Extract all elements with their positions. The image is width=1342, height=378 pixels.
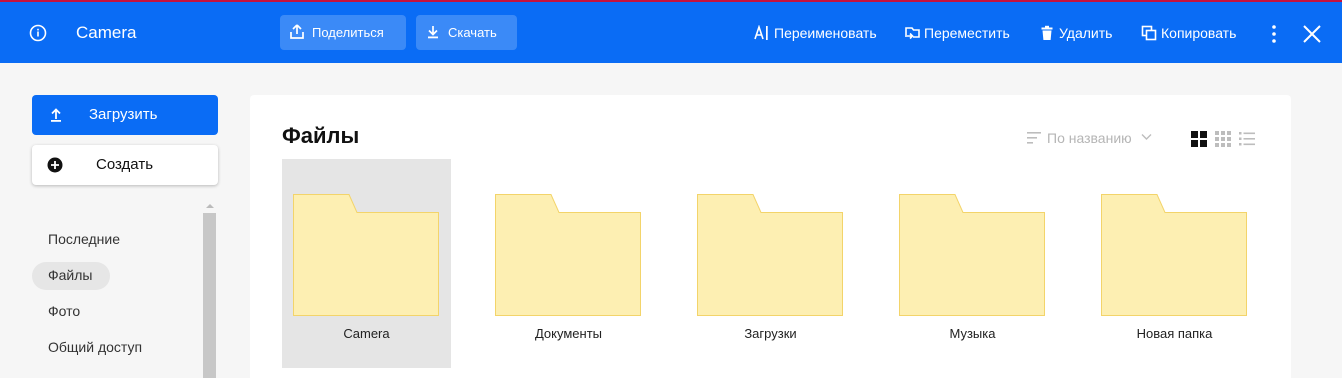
copy-icon xyxy=(1141,25,1157,41)
delete-label: Удалить xyxy=(1059,25,1113,41)
trash-icon xyxy=(1041,25,1053,40)
download-button[interactable]: Скачать xyxy=(416,15,517,50)
folder-icon xyxy=(899,194,1045,316)
chevron-down-icon xyxy=(1141,134,1152,140)
info-icon[interactable] xyxy=(29,24,47,42)
sort-dropdown[interactable]: По названию xyxy=(1027,128,1152,148)
folder-name: Новая папка xyxy=(1136,326,1213,341)
folder-title: Camera xyxy=(76,23,137,42)
move-label: Переместить xyxy=(924,25,1010,41)
share-label: Поделиться xyxy=(312,25,384,40)
folder-item-new-folder[interactable]: Новая папка xyxy=(1090,159,1259,368)
large-tiles-view-icon[interactable] xyxy=(1191,131,1207,147)
scroll-up-arrow[interactable] xyxy=(206,204,214,208)
scrollbar-thumb[interactable] xyxy=(203,213,216,378)
plus-circle-icon xyxy=(47,157,63,173)
share-button[interactable]: Поделиться xyxy=(280,15,406,50)
copy-button[interactable]: Копировать xyxy=(1141,23,1236,43)
create-button[interactable]: Создать xyxy=(32,145,218,185)
sidebar-item-photos[interactable]: Фото xyxy=(48,301,80,321)
sidebar-item-shared[interactable]: Общий доступ xyxy=(48,337,142,357)
list-view-icon[interactable] xyxy=(1239,131,1255,147)
page-title: Файлы xyxy=(282,123,360,148)
folder-icon xyxy=(697,194,843,316)
folder-name: Документы xyxy=(534,326,602,341)
folder-item-camera[interactable]: Camera xyxy=(282,159,451,368)
move-icon xyxy=(905,27,920,40)
delete-button[interactable]: Удалить xyxy=(1039,23,1112,43)
upload-icon xyxy=(51,108,61,122)
upload-button[interactable]: Загрузить xyxy=(32,95,218,135)
rename-button[interactable]: Переименовать xyxy=(754,23,877,43)
small-tiles-view-icon[interactable] xyxy=(1215,131,1231,147)
folder-icon xyxy=(495,194,641,316)
close-icon[interactable] xyxy=(1301,23,1323,45)
move-button[interactable]: Переместить xyxy=(904,23,1010,43)
create-label: Создать xyxy=(96,156,154,173)
share-icon xyxy=(290,24,304,39)
folder-item-documents[interactable]: Документы xyxy=(484,159,653,368)
download-icon xyxy=(428,26,438,39)
rename-icon xyxy=(754,25,768,40)
sidebar-item-files[interactable]: Файлы xyxy=(48,265,92,285)
folder-icon xyxy=(293,194,439,316)
folder-item-downloads[interactable]: Загрузки xyxy=(686,159,855,368)
folder-name: Загрузки xyxy=(744,326,797,341)
folder-icon xyxy=(1101,194,1247,316)
copy-label: Копировать xyxy=(1161,25,1237,41)
upload-label: Загрузить xyxy=(89,106,158,123)
sort-icon xyxy=(1027,132,1041,144)
download-label: Скачать xyxy=(448,25,497,40)
more-icon[interactable] xyxy=(1266,24,1282,44)
top-toolbar: Camera Поделиться Скачать Переименовать … xyxy=(0,0,1342,63)
sort-label: По названию xyxy=(1047,130,1132,146)
folder-item-music[interactable]: Музыка xyxy=(888,159,1057,368)
folder-name: Camera xyxy=(343,326,390,341)
rename-label: Переименовать xyxy=(774,25,877,41)
sidebar-item-recent[interactable]: Последние xyxy=(48,229,120,249)
folder-name: Музыка xyxy=(949,326,996,341)
sidebar-scrollbar[interactable] xyxy=(203,203,216,378)
